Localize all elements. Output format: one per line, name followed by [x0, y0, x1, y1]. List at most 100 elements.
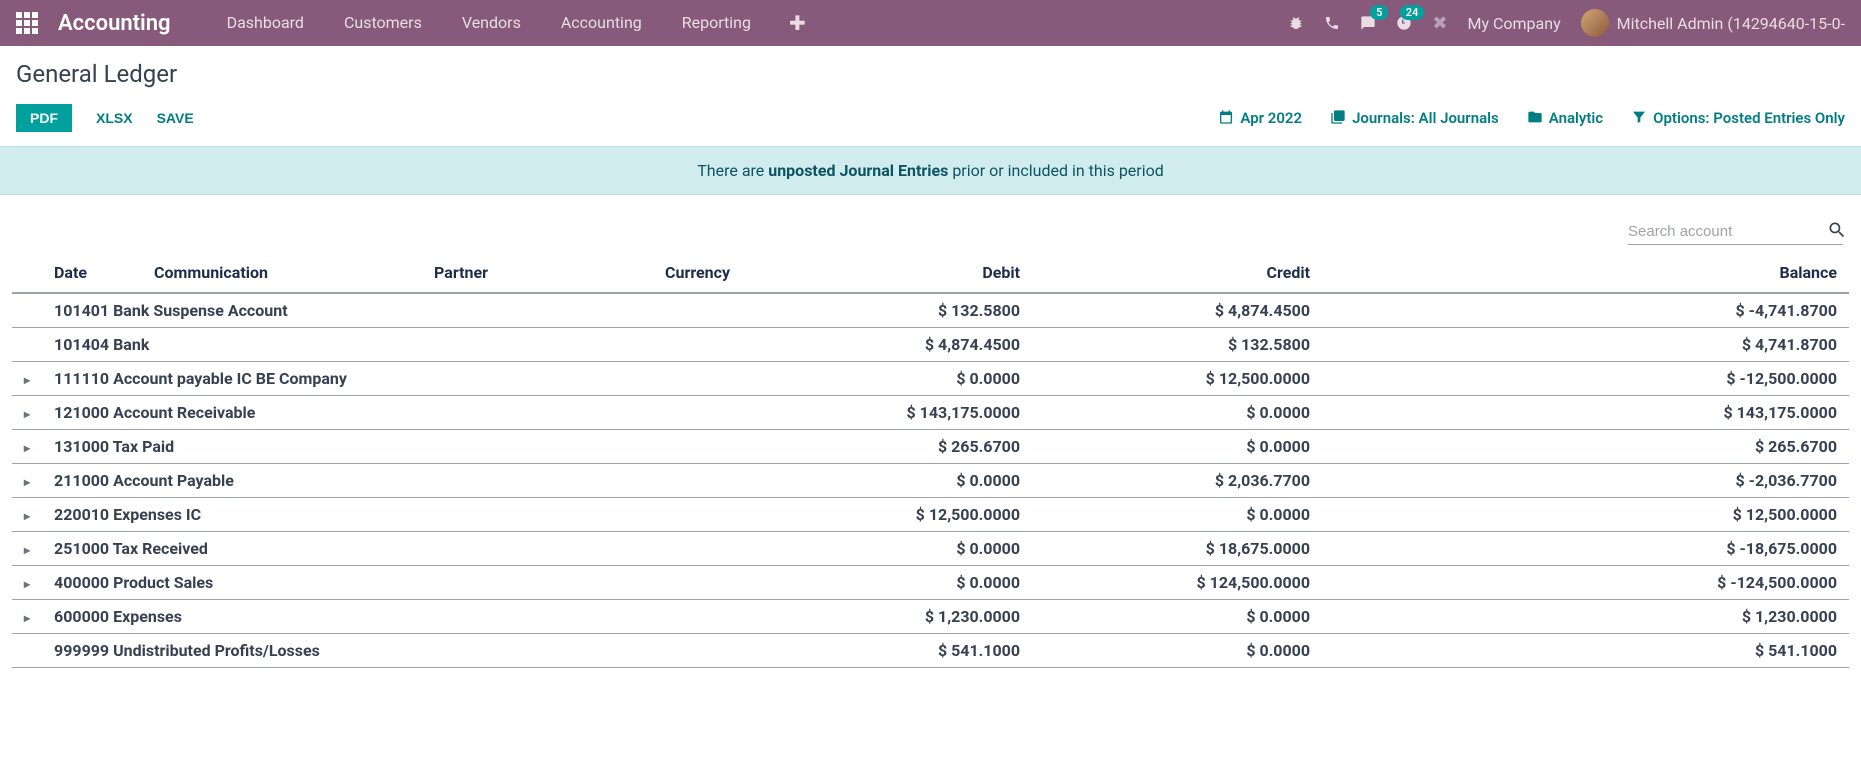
- user-menu[interactable]: Mitchell Admin (14294640-15-0-: [1581, 9, 1845, 37]
- xlsx-button[interactable]: XLSX: [96, 110, 133, 126]
- account-name[interactable]: 131000 Tax Paid: [42, 430, 742, 464]
- cell-debit: $ 1,230.0000: [742, 600, 1032, 634]
- search-box: [1628, 219, 1843, 245]
- toolbar: PDF XLSX SAVE Apr 2022 Journals: All Jou…: [0, 98, 1861, 146]
- account-name[interactable]: 111110 Account payable IC BE Company: [42, 362, 742, 396]
- caret-right-icon[interactable]: ▸: [24, 509, 30, 523]
- expand-cell[interactable]: ▸: [12, 600, 42, 634]
- col-partner[interactable]: Partner: [422, 253, 582, 293]
- cell-balance: $ 1,230.0000: [1322, 600, 1849, 634]
- messaging-icon[interactable]: 5: [1360, 13, 1376, 34]
- page-header: General Ledger: [0, 46, 1861, 98]
- col-expand: [12, 253, 42, 293]
- nav-customers[interactable]: Customers: [324, 0, 442, 46]
- phone-icon[interactable]: [1324, 13, 1340, 34]
- caret-right-icon[interactable]: ▸: [24, 441, 30, 455]
- topbar: Accounting Dashboard Customers Vendors A…: [0, 0, 1861, 46]
- expand-cell[interactable]: ▸: [12, 464, 42, 498]
- expand-cell[interactable]: ▸: [12, 396, 42, 430]
- filter-analytic-label: Analytic: [1549, 109, 1603, 127]
- expand-cell: [12, 328, 42, 362]
- apps-icon[interactable]: [16, 12, 38, 34]
- caret-right-icon[interactable]: ▸: [24, 475, 30, 489]
- bug-icon[interactable]: [1288, 13, 1304, 34]
- table-row[interactable]: 999999 Undistributed Profits/Losses$ 541…: [12, 634, 1849, 668]
- filter-options[interactable]: Options: Posted Entries Only: [1631, 109, 1845, 127]
- table-row[interactable]: ▸251000 Tax Received$ 0.0000$ 18,675.000…: [12, 532, 1849, 566]
- caret-right-icon[interactable]: ▸: [24, 543, 30, 557]
- search-row: [0, 195, 1861, 253]
- save-button[interactable]: SAVE: [157, 110, 194, 126]
- filter-options-label: Options: Posted Entries Only: [1653, 109, 1845, 127]
- cell-balance: $ -124,500.0000: [1322, 566, 1849, 600]
- cell-debit: $ 143,175.0000: [742, 396, 1032, 430]
- brand[interactable]: Accounting: [58, 11, 171, 36]
- nav-dashboard[interactable]: Dashboard: [207, 0, 324, 46]
- filter-date[interactable]: Apr 2022: [1218, 109, 1302, 127]
- account-name[interactable]: 101404 Bank: [42, 328, 742, 362]
- filter-analytic[interactable]: Analytic: [1527, 109, 1603, 127]
- cell-debit: $ 0.0000: [742, 464, 1032, 498]
- cell-credit: $ 0.0000: [1032, 634, 1322, 668]
- account-name[interactable]: 121000 Account Receivable: [42, 396, 742, 430]
- cell-balance: $ 143,175.0000: [1322, 396, 1849, 430]
- cell-balance: $ -18,675.0000: [1322, 532, 1849, 566]
- banner-pre: There are: [697, 161, 768, 180]
- cell-balance: $ -12,500.0000: [1322, 362, 1849, 396]
- filter-journals[interactable]: Journals: All Journals: [1330, 109, 1499, 127]
- account-name[interactable]: 400000 Product Sales: [42, 566, 742, 600]
- account-name[interactable]: 101401 Bank Suspense Account: [42, 293, 742, 328]
- banner-strong: unposted Journal Entries: [768, 161, 948, 180]
- table-row[interactable]: ▸ 111110 Account payable IC BE Company$ 0…: [12, 362, 1849, 396]
- search-input[interactable]: [1628, 219, 1827, 244]
- col-credit[interactable]: Credit: [1032, 253, 1322, 293]
- account-name[interactable]: 211000 Account Payable: [42, 464, 742, 498]
- account-name[interactable]: 220010 Expenses IC: [42, 498, 742, 532]
- cell-balance: $ 12,500.0000: [1322, 498, 1849, 532]
- cell-debit: $ 0.0000: [742, 532, 1032, 566]
- caret-right-icon[interactable]: ▸: [24, 407, 30, 421]
- table-row[interactable]: ▸131000 Tax Paid$ 265.6700$ 0.0000$ 265.…: [12, 430, 1849, 464]
- account-name[interactable]: 999999 Undistributed Profits/Losses: [42, 634, 742, 668]
- col-balance[interactable]: Balance: [1322, 253, 1849, 293]
- col-currency[interactable]: Currency: [582, 253, 742, 293]
- company-selector[interactable]: My Company: [1467, 14, 1560, 33]
- expand-cell[interactable]: ▸: [12, 532, 42, 566]
- table-row[interactable]: ▸121000 Account Receivable$ 143,175.0000…: [12, 396, 1849, 430]
- search-icon[interactable]: [1827, 220, 1847, 243]
- table-row[interactable]: 101401 Bank Suspense Account$ 132.5800$ …: [12, 293, 1849, 328]
- avatar: [1581, 9, 1609, 37]
- caret-right-icon[interactable]: ▸: [24, 577, 30, 591]
- activities-icon[interactable]: 24: [1396, 13, 1412, 34]
- account-name[interactable]: 600000 Expenses: [42, 600, 742, 634]
- nav-vendors[interactable]: Vendors: [442, 0, 541, 46]
- tools-icon[interactable]: ✖: [1432, 13, 1447, 34]
- expand-cell[interactable]: ▸: [12, 498, 42, 532]
- table-row[interactable]: ▸211000 Account Payable$ 0.0000$ 2,036.7…: [12, 464, 1849, 498]
- table-header-row: Date Communication Partner Currency Debi…: [12, 253, 1849, 293]
- col-date[interactable]: Date: [42, 253, 142, 293]
- nav-accounting[interactable]: Accounting: [541, 0, 662, 46]
- add-menu-icon[interactable]: ✚: [771, 0, 824, 46]
- pdf-button[interactable]: PDF: [16, 104, 72, 132]
- expand-cell[interactable]: ▸: [12, 566, 42, 600]
- table-row[interactable]: ▸220010 Expenses IC$ 12,500.0000$ 0.0000…: [12, 498, 1849, 532]
- banner-post: prior or included in this period: [948, 161, 1163, 180]
- col-communication[interactable]: Communication: [142, 253, 422, 293]
- cell-balance: $ -2,036.7700: [1322, 464, 1849, 498]
- caret-right-icon[interactable]: ▸: [24, 373, 30, 387]
- expand-cell[interactable]: ▸: [12, 362, 42, 396]
- folder-icon: [1527, 109, 1543, 127]
- info-banner[interactable]: There are unposted Journal Entries prior…: [0, 146, 1861, 195]
- table-row[interactable]: ▸400000 Product Sales$ 0.0000$ 124,500.0…: [12, 566, 1849, 600]
- cell-debit: $ 0.0000: [742, 362, 1032, 396]
- expand-cell[interactable]: ▸: [12, 430, 42, 464]
- account-name[interactable]: 251000 Tax Received: [42, 532, 742, 566]
- nav-reporting[interactable]: Reporting: [662, 0, 771, 46]
- table-row[interactable]: ▸600000 Expenses$ 1,230.0000$ 0.0000$ 1,…: [12, 600, 1849, 634]
- caret-right-icon[interactable]: ▸: [24, 611, 30, 625]
- col-debit[interactable]: Debit: [742, 253, 1032, 293]
- filter-icon: [1631, 109, 1647, 127]
- filter-journals-label: Journals: All Journals: [1352, 109, 1499, 127]
- table-row[interactable]: 101404 Bank$ 4,874.4500$ 132.5800$ 4,741…: [12, 328, 1849, 362]
